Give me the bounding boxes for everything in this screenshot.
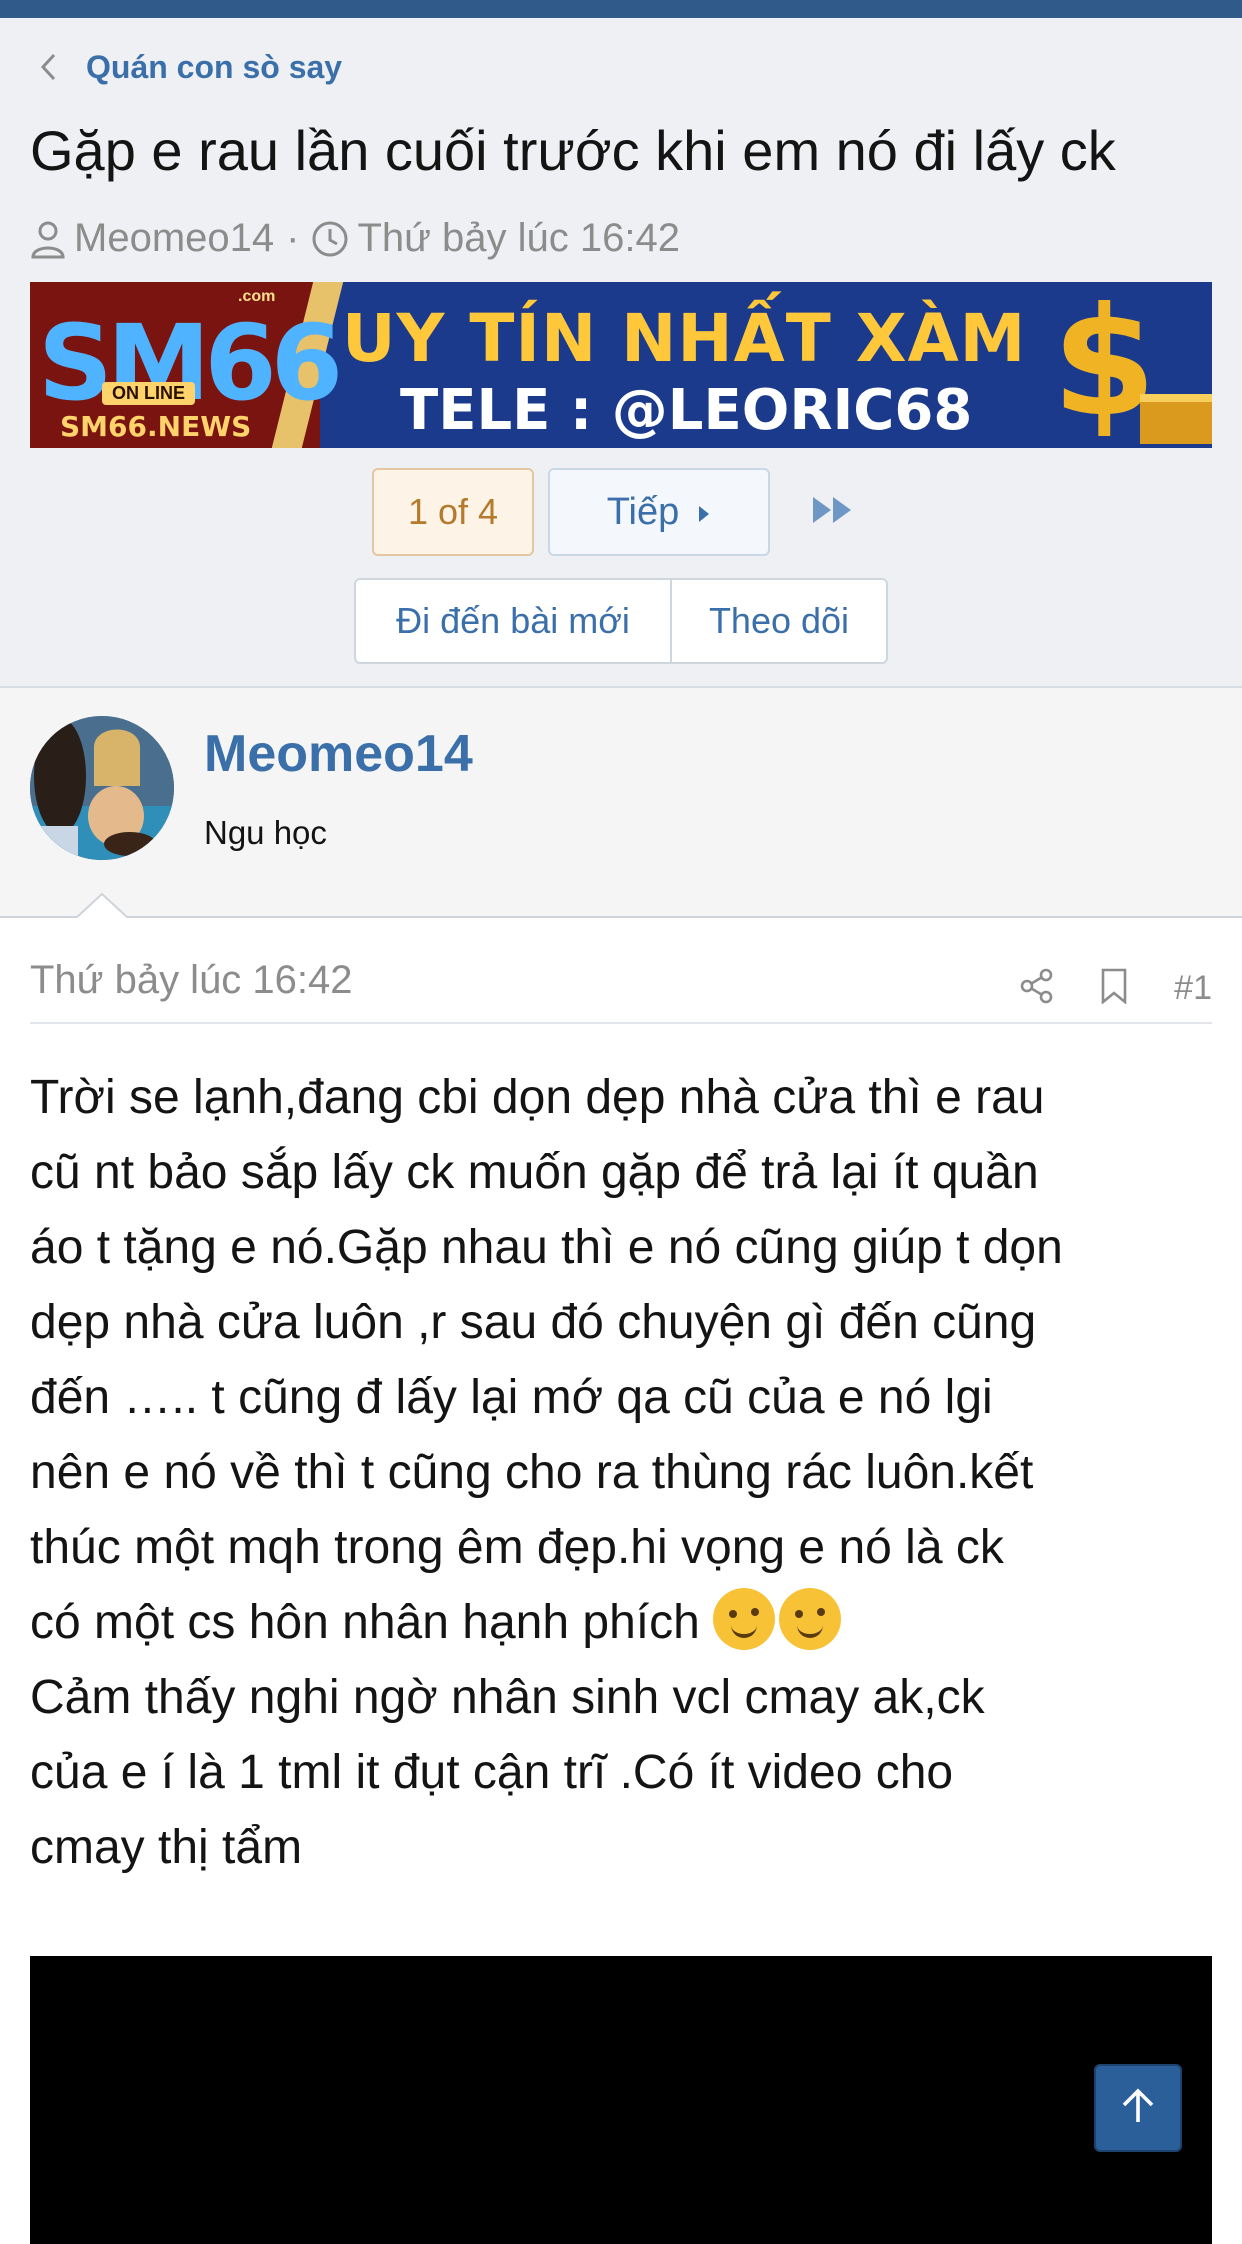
arrow-up-icon <box>1118 2086 1158 2131</box>
thread-meta: Meomeo14 · Thứ bảy lúc 16:42 <box>30 216 680 261</box>
thread-actions: Đi đến bài mới Theo dõi <box>354 578 888 664</box>
post-body: Trời se lạnh,đang cbi dọn dẹp nhà cửa th… <box>30 1060 1220 1885</box>
banner-contact: TELE : @LEORIC68 <box>400 378 973 443</box>
chevron-left-icon[interactable] <box>30 48 68 86</box>
divider <box>30 1022 1212 1024</box>
last-page-button[interactable] <box>798 468 868 556</box>
next-page-button[interactable]: Tiếp <box>548 468 770 556</box>
next-page-label: Tiếp <box>606 490 680 533</box>
clock-icon <box>311 220 349 258</box>
top-bar <box>0 0 1242 18</box>
post-line: thúc một mqh trong êm đẹp.hi vọng e nó l… <box>30 1521 1004 1574</box>
user-icon <box>30 219 66 259</box>
gold-bars-icon <box>1140 394 1212 444</box>
smiley-emoji <box>779 1588 842 1650</box>
post-date[interactable]: Thứ bảy lúc 16:42 <box>30 958 353 1003</box>
meta-separator: · <box>286 216 300 260</box>
user-bar-notch <box>76 892 128 920</box>
post-line: của e í là 1 tml it đụt cận trĩ .Có ít v… <box>30 1746 954 1799</box>
caret-right-icon <box>697 491 711 534</box>
page-current[interactable]: 1 of 4 <box>372 468 534 556</box>
video-player[interactable] <box>30 1956 1212 2244</box>
post-line: dẹp nhà cửa luôn ,r sau đó chuyện gì đến… <box>30 1296 1037 1349</box>
scroll-to-top-button[interactable] <box>1094 2064 1182 2152</box>
banner-logo-text: SM66 <box>38 302 343 424</box>
ad-banner[interactable]: SM66 .com ON LINE SM66.NEWS UY TÍN NHẤT … <box>30 282 1212 448</box>
go-to-new-posts-button[interactable]: Đi đến bài mới <box>356 580 672 662</box>
post-line: đến ….. t cũng đ lấy lại mớ qa cũ của e … <box>30 1371 993 1424</box>
bookmark-icon[interactable] <box>1100 968 1128 1009</box>
post-line: nên e nó về thì t cũng cho ra thùng rác … <box>30 1446 1034 1499</box>
breadcrumb[interactable]: Quán con sò say <box>30 48 342 86</box>
banner-online: ON LINE <box>102 382 196 405</box>
breadcrumb-forum-link[interactable]: Quán con sò say <box>86 49 342 86</box>
smiley-emoji <box>713 1588 776 1650</box>
thread-author[interactable]: Meomeo14 <box>74 216 274 261</box>
post-tools: #1 <box>1020 968 1212 1009</box>
thread-title: Gặp e rau lần cuối trước khi em nó đi lấ… <box>30 119 1116 182</box>
banner-headline: UY TÍN NHẤT XÀM <box>342 300 1027 377</box>
user-title: Ngu học <box>204 814 327 851</box>
thread-time[interactable]: Thứ bảy lúc 16:42 <box>357 216 680 261</box>
post-number[interactable]: #1 <box>1174 969 1212 1008</box>
post-line: Cảm thấy nghi ngờ nhân sinh vcl cmay ak,… <box>30 1671 985 1724</box>
banner-logo: SM66 <box>38 302 343 424</box>
post-user-bar: Meomeo14 Ngu học <box>0 688 1242 918</box>
share-icon[interactable] <box>1020 968 1054 1009</box>
post-line: cmay thị tẩm <box>30 1821 303 1874</box>
post-line: có một cs hôn nhân hạnh phích <box>30 1596 700 1649</box>
post-line-with-emoji: có một cs hôn nhân hạnh phích <box>30 1585 1220 1660</box>
follow-button[interactable]: Theo dõi <box>672 580 886 662</box>
pagination: 1 of 4 Tiếp <box>372 468 868 556</box>
post-line: cũ nt bảo sắp lấy ck muốn gặp để trả lại… <box>30 1146 1039 1199</box>
banner-com: .com <box>238 288 276 305</box>
post-username[interactable]: Meomeo14 <box>204 724 473 784</box>
fast-forward-icon <box>811 495 855 530</box>
post: Thứ bảy lúc 16:42 #1 Trời se lạnh,đang c… <box>0 918 1242 2244</box>
avatar[interactable] <box>30 716 174 860</box>
banner-site: SM66.NEWS <box>60 410 252 443</box>
post-line: Trời se lạnh,đang cbi dọn dẹp nhà cửa th… <box>30 1071 1045 1124</box>
post-line: áo t tặng e nó.Gặp nhau thì e nó cũng gi… <box>30 1221 1063 1274</box>
